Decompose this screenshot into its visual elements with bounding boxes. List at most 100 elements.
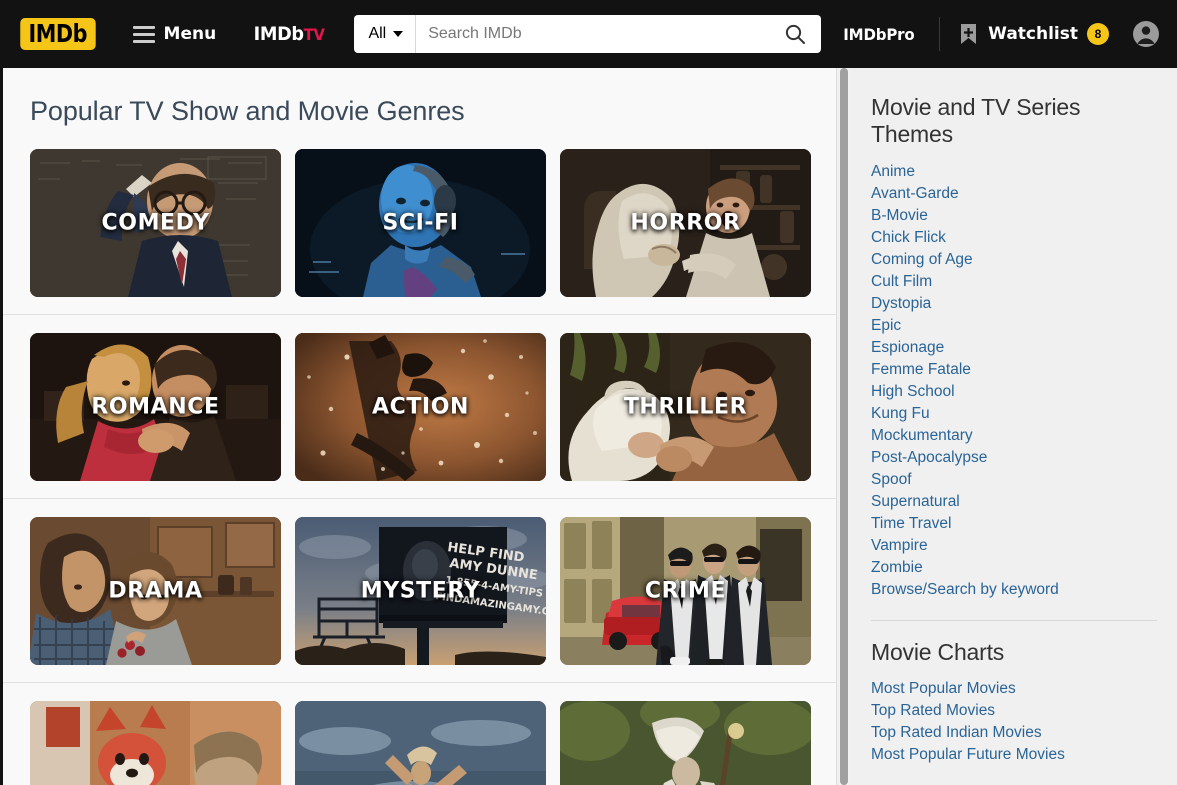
list-item: Mockumentary (871, 425, 1157, 447)
theme-link-supernatural[interactable]: Supernatural (871, 491, 1157, 513)
search-icon (786, 24, 806, 44)
scrollbar-thumb[interactable] (840, 68, 848, 785)
theme-link-epic[interactable]: Epic (871, 315, 1157, 337)
theme-link-kung-fu[interactable]: Kung Fu (871, 403, 1157, 425)
list-item: Post-Apocalypse (871, 447, 1157, 469)
theme-link-post-apocalypse[interactable]: Post-Apocalypse (871, 447, 1157, 469)
theme-link-zombie[interactable]: Zombie (871, 557, 1157, 579)
theme-link-b-movie[interactable]: B-Movie (871, 205, 1157, 227)
theme-link-browse-by-keyword[interactable]: Browse/Search by keyword (871, 579, 1157, 601)
user-account-icon (1133, 21, 1159, 47)
genre-card-label: HORROR (630, 210, 741, 236)
genre-card-row4-2[interactable] (295, 701, 546, 785)
genre-row (3, 683, 836, 785)
genre-row: ROMANCE ACTION THRILLER (3, 315, 836, 499)
list-item: Cult Film (871, 271, 1157, 293)
theme-link-spoof[interactable]: Spoof (871, 469, 1157, 491)
genre-card-drama[interactable]: DRAMA (30, 517, 281, 665)
account-button[interactable] (1131, 19, 1161, 49)
page-body: Popular TV Show and Movie Genres COMEDY … (0, 68, 1177, 785)
right-sidebar: Movie and TV Series Themes Anime Avant-G… (851, 68, 1177, 785)
page-title: Popular TV Show and Movie Genres (30, 96, 465, 126)
chart-link-most-popular-future-movies[interactable]: Most Popular Future Movies (871, 744, 1157, 766)
genre-card-row4-3[interactable] (560, 701, 811, 785)
genre-card-label: ROMANCE (91, 394, 220, 420)
search-input[interactable] (416, 15, 770, 53)
list-item: Vampire (871, 535, 1157, 557)
movie-charts-list: Most Popular Movies Top Rated Movies Top… (871, 678, 1157, 766)
genre-card-row4-1[interactable] (30, 701, 281, 785)
fantasy-wizard-photo (560, 701, 811, 785)
list-item: Kung Fu (871, 403, 1157, 425)
watchlist-label: Watchlist (988, 24, 1078, 44)
theme-link-time-travel[interactable]: Time Travel (871, 513, 1157, 535)
theme-link-high-school[interactable]: High School (871, 381, 1157, 403)
movie-charts-heading: Movie Charts (871, 639, 1005, 665)
theme-link-anime[interactable]: Anime (871, 161, 1157, 183)
theme-link-mockumentary[interactable]: Mockumentary (871, 425, 1157, 447)
list-item: Time Travel (871, 513, 1157, 535)
genre-card-scifi[interactable]: SCI-FI (295, 149, 546, 297)
theme-link-cult-film[interactable]: Cult Film (871, 271, 1157, 293)
list-item: Femme Fatale (871, 359, 1157, 381)
imdbtv-label-suffix: TV (303, 25, 325, 44)
genre-card-label: SCI-FI (382, 210, 459, 236)
theme-link-espionage[interactable]: Espionage (871, 337, 1157, 359)
genre-card-action[interactable]: ACTION (295, 333, 546, 481)
list-item: Avant-Garde (871, 183, 1157, 205)
search-category-label: All (368, 25, 387, 42)
theme-link-coming-of-age[interactable]: Coming of Age (871, 249, 1157, 271)
genre-card-label: MYSTERY (360, 578, 481, 604)
imdbtv-label-main: IMDb (253, 23, 304, 45)
genre-card-crime[interactable]: CRIME (560, 517, 811, 665)
list-item: Most Popular Movies (871, 678, 1157, 700)
list-item: Coming of Age (871, 249, 1157, 271)
menu-button-label: Menu (163, 24, 217, 44)
genre-card-thriller[interactable]: THRILLER (560, 333, 811, 481)
hamburger-icon (132, 25, 155, 43)
genre-card-label: DRAMA (108, 578, 203, 604)
imdbtv-link[interactable]: IMDbTV (254, 23, 325, 45)
list-item: Most Popular Future Movies (871, 744, 1157, 766)
page-scrollbar[interactable] (836, 68, 851, 785)
list-item: Chick Flick (871, 227, 1157, 249)
list-item: Dystopia (871, 293, 1157, 315)
bookmark-plus-icon (961, 24, 977, 44)
theme-link-dystopia[interactable]: Dystopia (871, 293, 1157, 315)
sidebar-divider (871, 620, 1157, 621)
genre-card-romance[interactable]: ROMANCE (30, 333, 281, 481)
genre-card-mystery[interactable]: HELP FIND AMY DUNNE 1-855-4-AMY-TIPS FIN… (295, 517, 546, 665)
imdbpro-link[interactable]: IMDbPro (830, 25, 928, 44)
themes-list: Anime Avant-Garde B-Movie Chick Flick Co… (871, 161, 1157, 601)
list-item: Espionage (871, 337, 1157, 359)
theme-link-avant-garde[interactable]: Avant-Garde (871, 183, 1157, 205)
genre-card-horror[interactable]: HORROR (560, 149, 811, 297)
list-item: Zombie (871, 557, 1157, 579)
search-bar: All (354, 15, 822, 53)
search-submit-button[interactable] (769, 15, 821, 53)
genres-main-column: Popular TV Show and Movie Genres COMEDY … (3, 68, 836, 785)
list-item: Top Rated Indian Movies (871, 722, 1157, 744)
imdb-logo[interactable]: IMDb (20, 18, 96, 50)
list-item: Top Rated Movies (871, 700, 1157, 722)
genre-card-comedy[interactable]: COMEDY (30, 149, 281, 297)
search-category-dropdown[interactable]: All (354, 15, 417, 53)
chart-link-top-rated-movies[interactable]: Top Rated Movies (871, 700, 1157, 722)
chart-link-top-rated-indian-movies[interactable]: Top Rated Indian Movies (871, 722, 1157, 744)
themes-heading: Movie and TV Series Themes (871, 94, 1081, 147)
header-divider (939, 17, 941, 51)
menu-button[interactable]: Menu (132, 24, 217, 44)
header-right-group: IMDbPro Watchlist 8 (827, 17, 1161, 51)
genre-card-label: COMEDY (101, 210, 210, 236)
watchlist-button[interactable]: Watchlist 8 (954, 22, 1113, 46)
theme-link-vampire[interactable]: Vampire (871, 535, 1157, 557)
site-header: IMDb Menu IMDbTV All IMDbPro (0, 0, 1177, 68)
adventure-ocean-photo (295, 701, 546, 785)
list-item: Supernatural (871, 491, 1157, 513)
theme-link-femme-fatale[interactable]: Femme Fatale (871, 359, 1157, 381)
chart-link-most-popular-movies[interactable]: Most Popular Movies (871, 678, 1157, 700)
genre-card-label: CRIME (644, 578, 727, 604)
list-item: Epic (871, 315, 1157, 337)
list-item: Browse/Search by keyword (871, 579, 1157, 601)
theme-link-chick-flick[interactable]: Chick Flick (871, 227, 1157, 249)
